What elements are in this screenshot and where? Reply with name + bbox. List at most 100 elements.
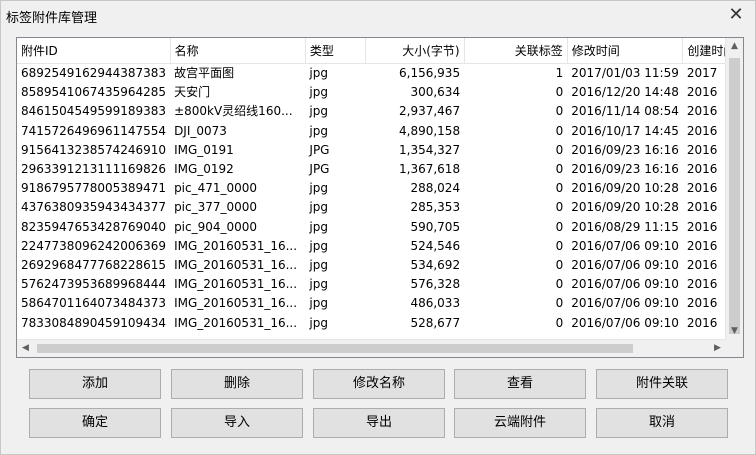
table-row[interactable]: 2247738096242006369 IMG_20160531_16... jpg…	[17, 237, 743, 256]
table-row[interactable]: 9156413238574246910 IMG_0191 JPG 1,354,327 0…	[17, 141, 743, 160]
cell-linked-tags: 0	[555, 315, 564, 330]
rename-button[interactable]: 修改名称	[313, 369, 445, 399]
cell-name: pic_377_0000	[174, 200, 258, 215]
cell-size: 1,367,618	[399, 162, 461, 177]
cell-modified: 2016/07/06 09:10	[571, 296, 679, 311]
cell-name: IMG_20160531_16...	[174, 296, 298, 311]
cell-id: 9156413238574246910	[21, 142, 167, 157]
scrollbar-corner	[726, 340, 743, 357]
scroll-down-icon[interactable]: ▼	[726, 323, 743, 340]
cell-id: 2247738096242006369	[21, 238, 167, 253]
table-row[interactable]: 2963391213111169826 IMG_0192 JPG 1,367,618 0…	[17, 160, 743, 179]
delete-button[interactable]: 删除	[171, 369, 303, 399]
cell-linked-tags: 0	[555, 296, 564, 311]
close-button[interactable]: ✕	[725, 5, 747, 25]
cell-name: pic_904_0000	[174, 219, 258, 234]
cell-id: 2692968477768228615	[21, 257, 167, 272]
table-row[interactable]: 7833084890459109434 IMG_20160531_16... jpg…	[17, 313, 743, 332]
cell-modified: 2016/09/20 10:28	[571, 181, 679, 196]
column-header-size[interactable]: 大小(字节)	[365, 38, 465, 64]
table-row[interactable]: 4376380935943434377 pic_377_0000 jpg 285,35…	[17, 198, 743, 217]
cell-name: IMG_0192	[174, 162, 234, 177]
cell-name: IMG_20160531_16...	[174, 315, 298, 330]
cell-id: 4376380935943434377	[21, 200, 167, 215]
cell-linked-tags: 1	[555, 66, 564, 81]
cell-linked-tags: 0	[555, 219, 564, 234]
cell-type: jpg	[309, 200, 328, 215]
horizontal-scroll-thumb[interactable]	[37, 344, 633, 353]
horizontal-scrollbar[interactable]: ◀ ▶	[17, 339, 726, 357]
column-header-id[interactable]: 附件ID	[17, 38, 171, 64]
table-row[interactable]: 7415726496961147554 DJI_0073 jpg 4,890,158 0…	[17, 122, 743, 141]
cell-linked-tags: 0	[555, 142, 564, 157]
window-title: 标签附件库管理	[6, 11, 98, 26]
table-row[interactable]: 6892549162944387383 故宫平面图 jpg 6,156,935 1 201…	[17, 64, 743, 84]
cell-linked-tags: 0	[555, 257, 564, 272]
cell-size: 2,937,467	[399, 104, 461, 119]
cell-type: JPG	[309, 142, 330, 157]
cell-id: 5762473953689968444	[21, 277, 167, 292]
cell-modified: 2017/01/03 11:59	[571, 66, 679, 81]
cell-name: 天安门	[174, 85, 211, 100]
cell-linked-tags: 0	[555, 200, 564, 215]
table-row[interactable]: 2692968477768228615 IMG_20160531_16... jpg…	[17, 256, 743, 275]
link-attachment-button[interactable]: 附件关联	[596, 369, 728, 399]
cell-name: pic_471_0000	[174, 181, 258, 196]
table-header-row: 附件ID 名称 类型 大小(字节) 关联标签 修改时间 创建时间	[17, 38, 743, 64]
cell-name: IMG_20160531_16...	[174, 277, 298, 292]
view-button[interactable]: 查看	[454, 369, 586, 399]
table-row[interactable]: 9186795778005389471 pic_471_0000 jpg 288,02…	[17, 179, 743, 198]
cell-modified: 2016/09/23 16:16	[571, 142, 679, 157]
cell-id: 9186795778005389471	[21, 181, 167, 196]
cell-type: jpg	[309, 219, 328, 234]
cell-id: 8235947653428769040	[21, 219, 167, 234]
scroll-up-icon[interactable]: ▲	[726, 38, 743, 55]
cell-type: jpg	[309, 296, 328, 311]
dialog-window: 标签附件库管理 ✕ 附件ID 名称 类型 大小(字节) 关联标签 修改时间 创建…	[0, 0, 756, 455]
cell-size: 288,024	[410, 181, 461, 196]
cell-size: 528,677	[410, 315, 461, 330]
column-header-type[interactable]: 类型	[305, 38, 366, 64]
cell-name: IMG_20160531_16...	[174, 238, 298, 253]
column-header-linked-tags[interactable]: 关联标签	[464, 38, 568, 64]
cell-type: jpg	[309, 181, 328, 196]
cell-linked-tags: 0	[555, 104, 564, 119]
cell-type: jpg	[309, 238, 328, 253]
add-button[interactable]: 添加	[29, 369, 161, 399]
table-row[interactable]: 5762473953689968444 IMG_20160531_16... jpg…	[17, 275, 743, 294]
table-row[interactable]: 8235947653428769040 pic_904_0000 jpg 590,70…	[17, 218, 743, 237]
cell-size: 576,328	[410, 277, 461, 292]
import-button[interactable]: 导入	[171, 408, 303, 438]
cell-linked-tags: 0	[555, 85, 564, 100]
cell-type: jpg	[309, 123, 328, 138]
cell-modified: 2016/10/17 14:45	[571, 123, 679, 138]
table-row[interactable]: 5864701164073484373 IMG_20160531_16... jpg…	[17, 294, 743, 313]
ok-button[interactable]: 确定	[29, 408, 161, 438]
cloud-attachment-button[interactable]: 云端附件	[454, 408, 586, 438]
cell-modified: 2016/07/06 09:10	[571, 257, 679, 272]
cell-type: jpg	[309, 277, 328, 292]
cell-modified: 2016/09/23 16:16	[571, 162, 679, 177]
table-row[interactable]: 8589541067435964285 天安门 jpg 300,634 0 2016/12…	[17, 83, 743, 102]
cell-modified: 2016/07/06 09:10	[571, 277, 679, 292]
cell-name: 故宫平面图	[174, 66, 235, 81]
column-header-modified[interactable]: 修改时间	[567, 38, 684, 64]
cancel-button[interactable]: 取消	[596, 408, 728, 438]
export-button[interactable]: 导出	[313, 408, 445, 438]
cell-id: 8589541067435964285	[21, 85, 167, 100]
attachment-grid-table: 附件ID 名称 类型 大小(字节) 关联标签 修改时间 创建时间 6892549…	[17, 38, 743, 333]
cell-linked-tags: 0	[555, 277, 564, 292]
cell-type: JPG	[309, 162, 330, 177]
cell-size: 590,705	[410, 219, 461, 234]
scroll-right-icon[interactable]: ▶	[709, 340, 726, 357]
column-header-name[interactable]: 名称	[170, 38, 306, 64]
vertical-scrollbar[interactable]: ▲ ▼	[725, 38, 743, 340]
cell-size: 300,634	[410, 85, 461, 100]
scroll-left-icon[interactable]: ◀	[17, 340, 34, 357]
cell-linked-tags: 0	[555, 123, 564, 138]
vertical-scroll-thumb[interactable]	[729, 58, 740, 334]
cell-size: 524,546	[410, 238, 461, 253]
table-row[interactable]: 8461504549599189383 ±800kV灵绍线160... jpg 2,9…	[17, 102, 743, 121]
cell-modified: 2016/08/29 11:15	[571, 219, 679, 234]
cell-type: jpg	[309, 66, 328, 81]
